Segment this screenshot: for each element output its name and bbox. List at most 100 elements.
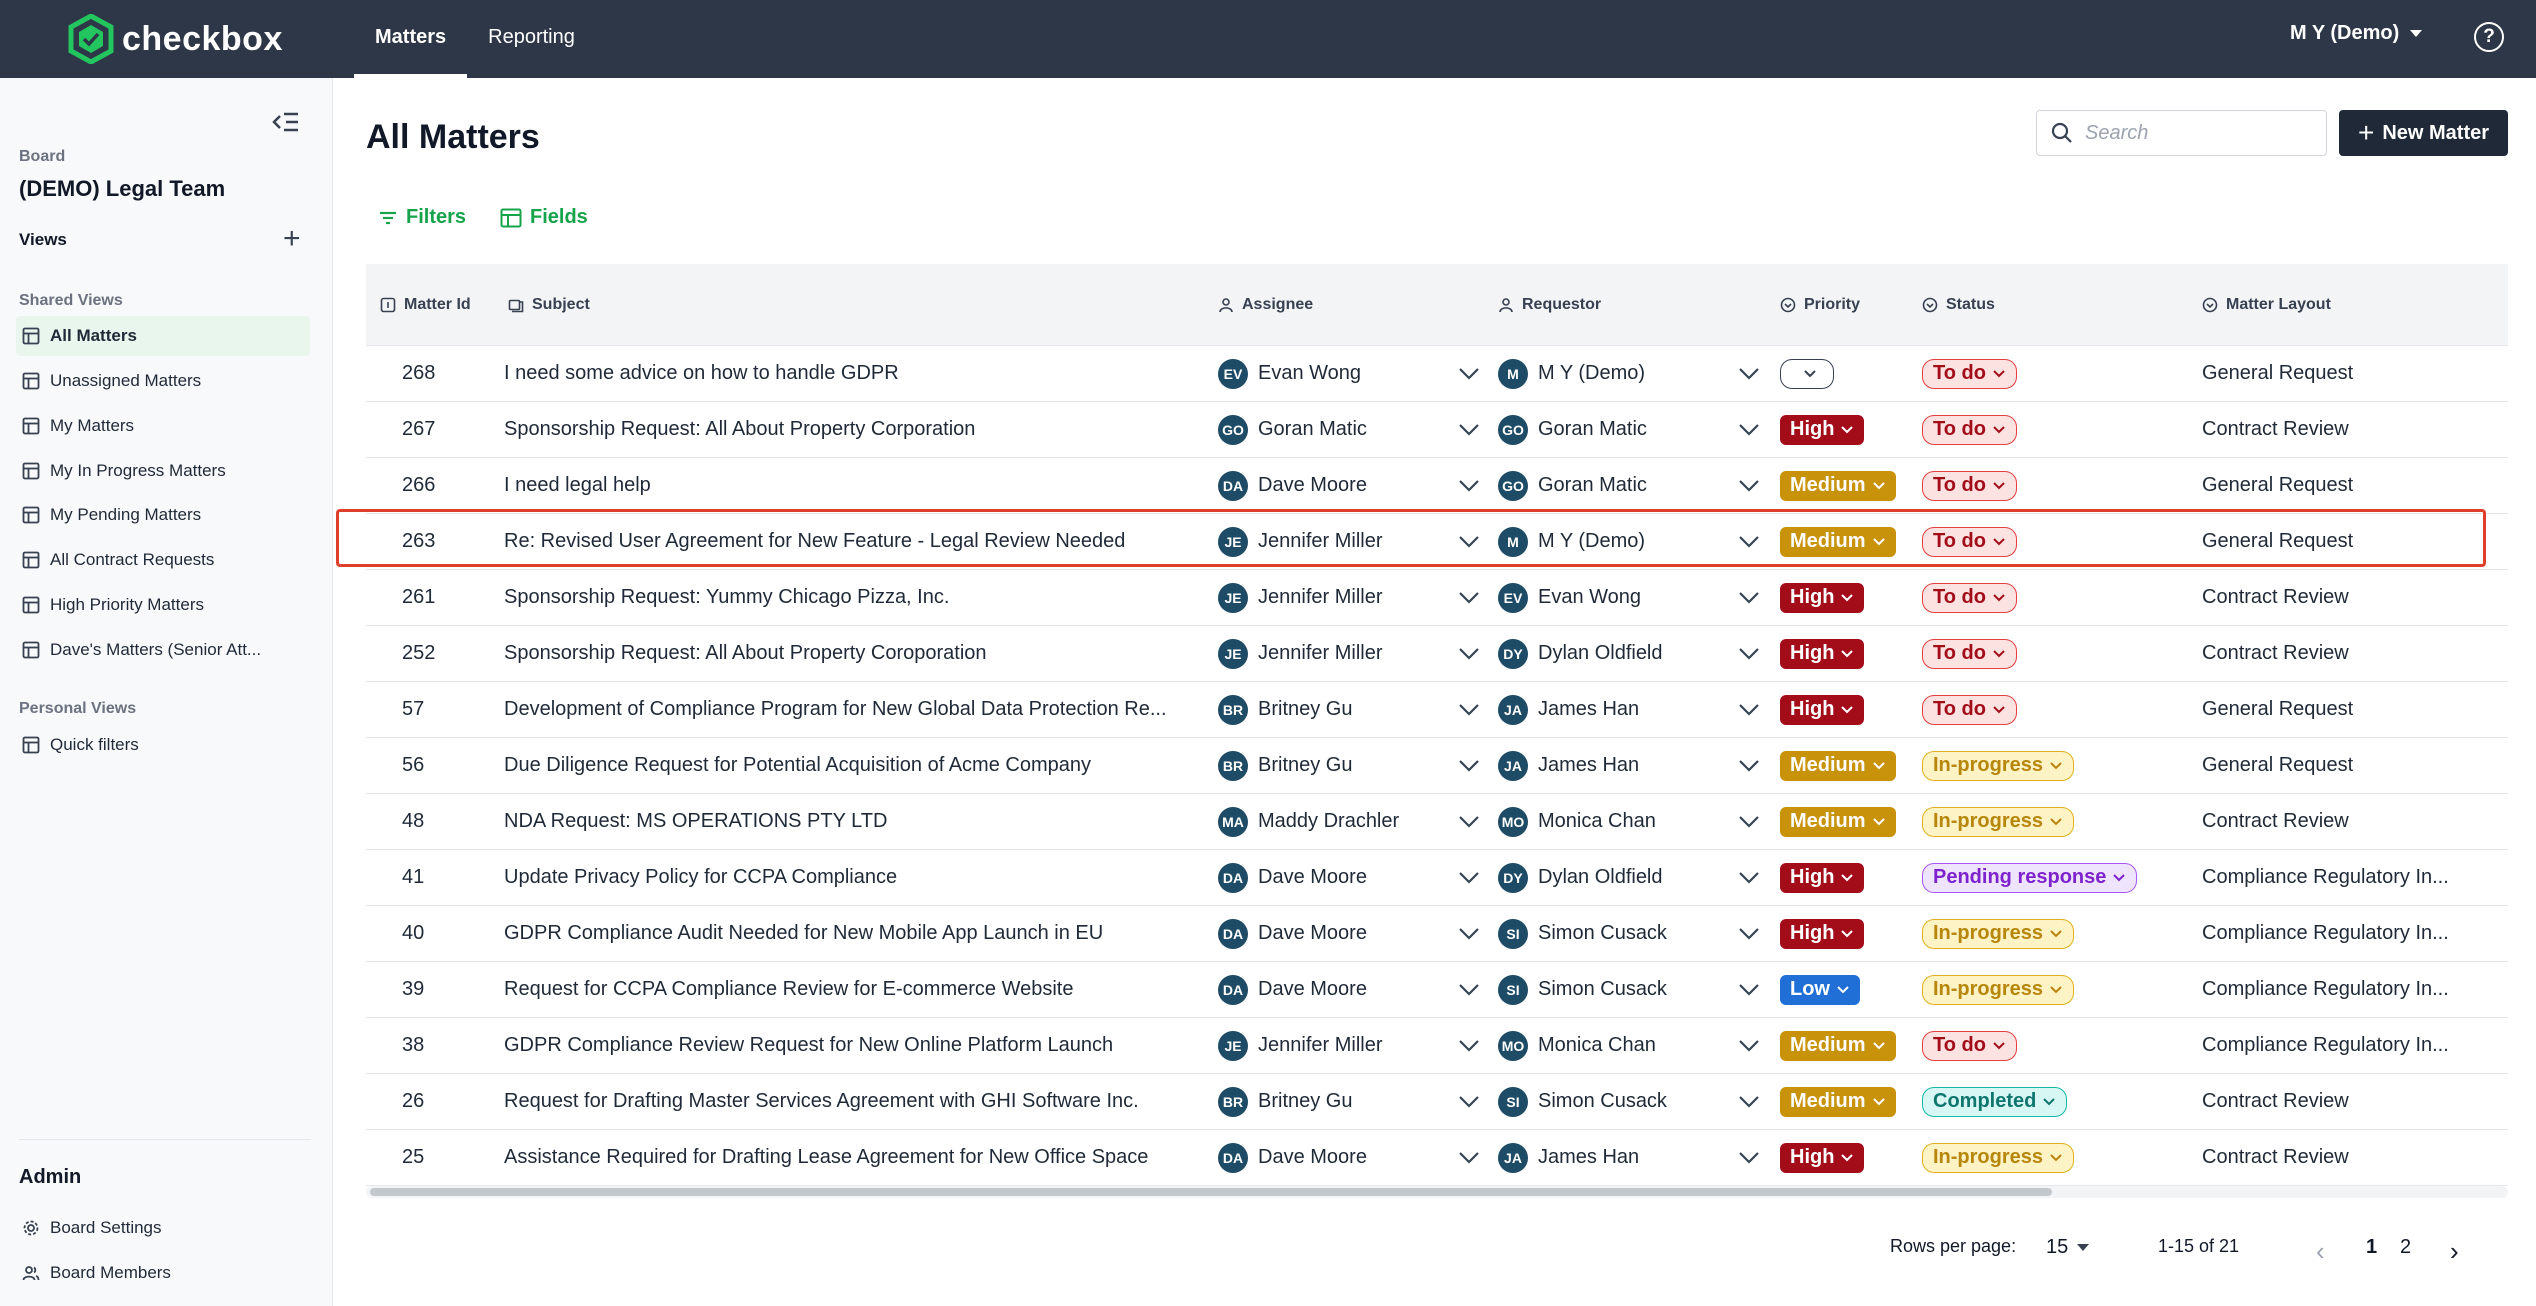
assignee-cell[interactable]: GO Goran Matic [1218, 414, 1498, 445]
table-row[interactable]: 263 Re: Revised User Agreement for New Fe… [366, 514, 2508, 570]
matter-id[interactable]: 263 [366, 530, 502, 553]
status-badge[interactable]: To do [1922, 1030, 2017, 1061]
chevron-down-icon[interactable] [1458, 927, 1480, 941]
chevron-down-icon[interactable] [1738, 815, 1760, 829]
matter-layout[interactable]: Contract Review [2200, 418, 2508, 441]
table-row[interactable]: 261 Sponsorship Request: Yummy Chicago Pi… [366, 570, 2508, 626]
chevron-down-icon[interactable] [1738, 759, 1760, 773]
table-row[interactable]: 268 I need some advice on how to handle G… [366, 346, 2508, 402]
chevron-down-icon[interactable] [1458, 367, 1480, 381]
status-badge[interactable]: Completed [1922, 1086, 2068, 1117]
matter-subject[interactable]: Sponsorship Request: All About Property … [502, 418, 1218, 441]
user-menu[interactable]: M Y (Demo) [2290, 22, 2423, 45]
table-row[interactable]: 40 GDPR Compliance Audit Needed for New M… [366, 906, 2508, 962]
matter-layout[interactable]: Contract Review [2200, 586, 2508, 609]
column-header-matter-layout[interactable]: Matter Layout [2200, 264, 2508, 346]
chevron-down-icon[interactable] [1738, 871, 1760, 885]
chevron-down-icon[interactable] [1738, 367, 1760, 381]
matter-subject[interactable]: Sponsorship Request: All About Property … [502, 642, 1218, 665]
assignee-cell[interactable]: BR Britney Gu [1218, 694, 1498, 725]
requestor-cell[interactable]: DY Dylan Oldfield [1498, 638, 1778, 669]
column-header-subject[interactable]: Subject [502, 264, 1218, 346]
chevron-down-icon[interactable] [1738, 591, 1760, 605]
sidebar-item-high-priority-matters[interactable]: High Priority Matters [16, 585, 310, 625]
assignee-cell[interactable]: EV Evan Wong [1218, 358, 1498, 389]
status-badge[interactable]: In-progress [1922, 1142, 2075, 1173]
matter-layout[interactable]: Compliance Regulatory In... [2200, 922, 2508, 945]
priority-badge[interactable]: Medium [1780, 526, 1896, 557]
matter-id[interactable]: 56 [366, 754, 502, 777]
matter-subject[interactable]: Due Diligence Request for Potential Acqu… [502, 754, 1218, 777]
chevron-down-icon[interactable] [1738, 1095, 1760, 1109]
matter-id[interactable]: 48 [366, 810, 502, 833]
matter-layout[interactable]: General Request [2200, 474, 2508, 497]
assignee-cell[interactable]: JE Jennifer Miller [1218, 526, 1498, 557]
matter-layout[interactable]: General Request [2200, 754, 2508, 777]
requestor-cell[interactable]: DY Dylan Oldfield [1498, 862, 1778, 893]
priority-badge[interactable]: High [1780, 918, 1865, 949]
next-page-icon[interactable]: › [2450, 1236, 2459, 1267]
chevron-down-icon[interactable] [1738, 703, 1760, 717]
requestor-cell[interactable]: EV Evan Wong [1498, 582, 1778, 613]
matter-layout[interactable]: Compliance Regulatory In... [2200, 1034, 2508, 1057]
assignee-cell[interactable]: DA Dave Moore [1218, 470, 1498, 501]
rows-per-page-select[interactable]: 15 [2046, 1236, 2090, 1259]
matter-id[interactable]: 40 [366, 922, 502, 945]
chevron-down-icon[interactable] [1738, 479, 1760, 493]
assignee-cell[interactable]: DA Dave Moore [1218, 862, 1498, 893]
page-2-button[interactable]: 2 [2400, 1236, 2411, 1259]
matter-id[interactable]: 39 [366, 978, 502, 1001]
requestor-cell[interactable]: SI Simon Cusack [1498, 974, 1778, 1005]
matter-subject[interactable]: I need some advice on how to handle GDPR [502, 362, 1218, 385]
table-row[interactable]: 41 Update Privacy Policy for CCPA Complia… [366, 850, 2508, 906]
matter-layout[interactable]: General Request [2200, 362, 2508, 385]
requestor-cell[interactable]: GO Goran Matic [1498, 414, 1778, 445]
status-badge[interactable]: To do [1922, 694, 2017, 725]
matter-subject[interactable]: NDA Request: MS OPERATIONS PTY LTD [502, 810, 1218, 833]
chevron-down-icon[interactable] [1458, 423, 1480, 437]
matter-id[interactable]: 252 [366, 642, 502, 665]
table-row[interactable]: 39 Request for CCPA Compliance Review for… [366, 962, 2508, 1018]
assignee-cell[interactable]: DA Dave Moore [1218, 974, 1498, 1005]
matter-subject[interactable]: Re: Revised User Agreement for New Featu… [502, 530, 1218, 553]
priority-badge[interactable]: High [1780, 582, 1865, 613]
matter-subject[interactable]: Update Privacy Policy for CCPA Complianc… [502, 866, 1218, 889]
requestor-cell[interactable]: JA James Han [1498, 750, 1778, 781]
prev-page-icon[interactable]: ‹ [2316, 1236, 2325, 1267]
matter-layout[interactable]: Contract Review [2200, 642, 2508, 665]
status-badge[interactable]: In-progress [1922, 806, 2075, 837]
matter-id[interactable]: 57 [366, 698, 502, 721]
priority-badge[interactable]: Medium [1780, 1030, 1896, 1061]
requestor-cell[interactable]: SI Simon Cusack [1498, 1086, 1778, 1117]
chevron-down-icon[interactable] [1738, 647, 1760, 661]
table-row[interactable]: 25 Assistance Required for Drafting Lease… [366, 1130, 2508, 1186]
status-badge[interactable]: In-progress [1922, 750, 2075, 781]
assignee-cell[interactable]: DA Dave Moore [1218, 918, 1498, 949]
chevron-down-icon[interactable] [1738, 423, 1760, 437]
matter-layout[interactable]: General Request [2200, 530, 2508, 553]
status-badge[interactable]: To do [1922, 638, 2017, 669]
chevron-down-icon[interactable] [1458, 1039, 1480, 1053]
chevron-down-icon[interactable] [1458, 871, 1480, 885]
new-matter-button[interactable]: + New Matter [2339, 110, 2508, 156]
matter-subject[interactable]: Request for Drafting Master Services Agr… [502, 1090, 1218, 1113]
matter-layout[interactable]: Contract Review [2200, 1146, 2508, 1169]
status-badge[interactable]: To do [1922, 414, 2017, 445]
status-badge[interactable]: To do [1922, 582, 2017, 613]
matter-subject[interactable]: GDPR Compliance Review Request for New O… [502, 1034, 1218, 1057]
priority-badge[interactable]: High [1780, 414, 1865, 445]
status-badge[interactable]: In-progress [1922, 918, 2075, 949]
requestor-cell[interactable]: SI Simon Cusack [1498, 918, 1778, 949]
requestor-cell[interactable]: JA James Han [1498, 1142, 1778, 1173]
requestor-cell[interactable]: M M Y (Demo) [1498, 526, 1778, 557]
priority-badge[interactable]: Medium [1780, 806, 1896, 837]
help-icon[interactable]: ? [2474, 22, 2504, 52]
assignee-cell[interactable]: DA Dave Moore [1218, 1142, 1498, 1173]
matter-layout[interactable]: Compliance Regulatory In... [2200, 978, 2508, 1001]
matter-id[interactable]: 267 [366, 418, 502, 441]
search-box[interactable] [2036, 110, 2327, 156]
fields-button[interactable]: Fields [500, 206, 588, 229]
status-badge[interactable]: Pending response [1922, 862, 2138, 893]
matter-id[interactable]: 266 [366, 474, 502, 497]
table-row[interactable]: 57 Development of Compliance Program for … [366, 682, 2508, 738]
